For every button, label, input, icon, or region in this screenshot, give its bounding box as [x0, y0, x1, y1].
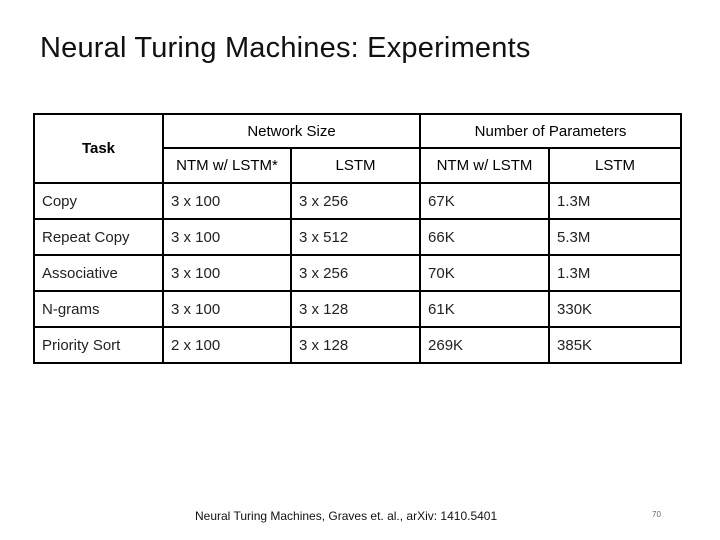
subheader-lstm-params: LSTM [548, 147, 683, 184]
table-row: Copy 3 x 100 3 x 256 67K 1.3M [33, 182, 683, 220]
ntm-params-cell: 67K [419, 182, 551, 220]
task-cell: N-grams [33, 290, 164, 328]
ntm-size-cell: 2 x 100 [162, 326, 292, 364]
lstm-size-cell: 3 x 128 [289, 326, 422, 364]
lstm-params-cell: 385K [548, 326, 683, 364]
lstm-size-cell: 3 x 128 [289, 290, 422, 328]
ntm-params-cell: 70K [419, 254, 551, 292]
ntm-params-cell: 66K [419, 218, 551, 256]
ntm-params-cell: 61K [419, 290, 551, 328]
lstm-params-cell: 1.3M [548, 254, 683, 292]
num-params-header: Number of Parameters [419, 113, 683, 149]
lstm-params-cell: 1.3M [548, 182, 683, 220]
ntm-size-cell: 3 x 100 [162, 218, 292, 256]
task-header: Task [33, 113, 164, 184]
subheader-ntm-size: NTM w/ LSTM* [162, 147, 292, 184]
network-size-header: Network Size [161, 113, 422, 149]
lstm-size-cell: 3 x 256 [289, 254, 422, 292]
lstm-params-cell: 5.3M [548, 218, 683, 256]
task-cell: Repeat Copy [33, 218, 164, 256]
ntm-params-cell: 269K [419, 326, 551, 364]
lstm-size-cell: 3 x 256 [289, 182, 422, 220]
task-cell: Priority Sort [33, 326, 164, 364]
lstm-params-cell: 330K [548, 290, 683, 328]
ntm-size-cell: 3 x 100 [162, 182, 292, 220]
table-row: N-grams 3 x 100 3 x 128 61K 330K [33, 290, 683, 328]
subheader-ntm-params: NTM w/ LSTM [419, 147, 551, 184]
table-header-row: Task Network Size Number of Parameters [33, 113, 683, 184]
ntm-size-cell: 3 x 100 [162, 254, 292, 292]
experiments-table: Task Network Size Number of Parameters N… [33, 113, 683, 364]
lstm-size-cell: 3 x 512 [289, 218, 422, 256]
table-row: Associative 3 x 100 3 x 256 70K 1.3M [33, 254, 683, 292]
ntm-size-cell: 3 x 100 [162, 290, 292, 328]
page-number: 70 [652, 510, 661, 519]
task-cell: Copy [33, 182, 164, 220]
subheader-lstm-size: LSTM [289, 147, 422, 184]
citation: Neural Turing Machines, Graves et. al., … [195, 509, 498, 523]
task-cell: Associative [33, 254, 164, 292]
slide-title: Neural Turing Machines: Experiments [40, 32, 531, 64]
table-row: Priority Sort 2 x 100 3 x 128 269K 385K [33, 326, 683, 364]
table-row: Repeat Copy 3 x 100 3 x 512 66K 5.3M [33, 218, 683, 256]
